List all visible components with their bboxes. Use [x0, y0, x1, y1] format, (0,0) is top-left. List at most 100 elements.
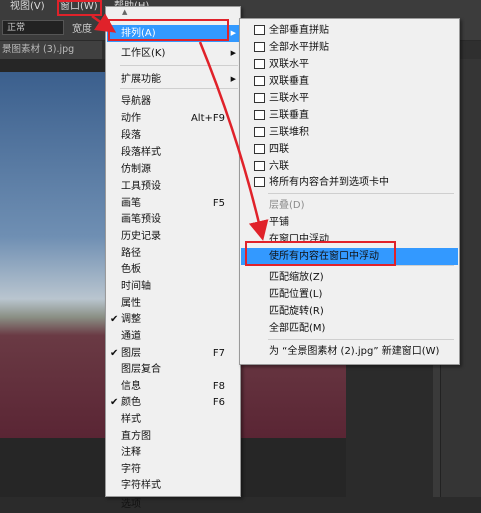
window-menu-item[interactable]: 通道 — [107, 328, 239, 345]
arrange-menu-item[interactable]: 全部垂直拼贴 — [241, 22, 458, 39]
window-menu-item[interactable]: 段落 — [107, 127, 239, 144]
arrange-menu-item[interactable]: 匹配旋转(R) — [241, 303, 458, 320]
window-menu-item-label: 动作 — [121, 113, 141, 124]
window-menu: ▲ 排列(A) ▶ 工作区(K) ▶ 扩展功能 ▶ 导航器 动作 Alt+F9 段落 段落样式 仿制源… — [105, 6, 241, 510]
arrange-menu-item-label: 双联水平 — [269, 59, 309, 70]
shortcut-label: Alt+F9 — [190, 113, 225, 124]
window-menu-item[interactable]: 段落样式 — [107, 144, 239, 161]
window-menu-item-label: 段落样式 — [121, 147, 161, 158]
window-menu-item[interactable]: 色板 — [107, 261, 239, 278]
blend-mode-value: 正常 — [7, 23, 26, 33]
window-menu-item[interactable]: 路径 — [107, 245, 239, 262]
window-menu-item-label: 图层 — [121, 348, 141, 359]
window-menu-item[interactable]: 样式 — [107, 411, 239, 428]
consolidate-tabs-icon — [254, 177, 265, 187]
arrange-menu-item[interactable]: 平铺 — [241, 214, 458, 231]
shortcut-label: F6 — [212, 397, 225, 408]
arrange-menu-item[interactable]: 四联 — [241, 141, 458, 158]
check-icon: ✔ — [110, 397, 119, 408]
arrange-menu-item-label: 全部水平拼贴 — [269, 42, 329, 53]
window-menu-item-label: 段落 — [121, 130, 141, 141]
window-menu-item-label: 字符 — [121, 464, 141, 475]
window-menu-item[interactable]: 画笔预设 — [107, 211, 239, 228]
arrange-menu-item[interactable]: 将所有内容合并到选项卡中 — [241, 174, 458, 191]
arrange-menu-item[interactable]: 全部匹配(M) — [241, 320, 458, 337]
window-menu-item[interactable]: 字符样式 — [107, 477, 239, 494]
window-menu-item-label: 字符样式 — [121, 480, 161, 491]
width-label: 宽度 — [72, 24, 92, 35]
window-menu-item-label: 仿制源 — [121, 164, 151, 175]
window-menu-item-label: 信息 — [121, 381, 141, 392]
arrange-menu-item-label: 将所有内容合并到选项卡中 — [269, 177, 389, 188]
window-menu-item[interactable]: ✔ 调整 — [107, 311, 239, 328]
window-menu-item-label: 属性 — [121, 298, 141, 309]
window-menu-item-label: 时间轴 — [121, 281, 151, 292]
window-menu-item-label: 选项 — [121, 499, 141, 510]
arrange-menu-item[interactable]: 双联垂直 — [241, 73, 458, 90]
window-menu-item[interactable]: 字符 — [107, 461, 239, 478]
arrange-menu-item[interactable]: 三联垂直 — [241, 107, 458, 124]
window-menu-item[interactable]: 动作 Alt+F9 — [107, 110, 239, 127]
window-menu-item[interactable]: 扩展功能 ▶ — [107, 71, 239, 88]
window-menu-item-label: 路径 — [121, 248, 141, 259]
arrange-menu-item[interactable]: 六联 — [241, 158, 458, 175]
arrange-menu-item-label: 全部匹配(M) — [269, 323, 326, 334]
window-menu-item[interactable]: ✔ 颜色 F6 — [107, 394, 239, 411]
arrange-menu-item-label: 四联 — [269, 144, 289, 155]
window-menu-item[interactable]: 时间轴 — [107, 278, 239, 295]
window-menu-item[interactable]: ✔ 图层 F7 — [107, 345, 239, 362]
document-tab-label: 景图素材 (3).jpg — [2, 44, 75, 55]
window-menu-item[interactable]: 属性 — [107, 295, 239, 312]
annotation-box-float-all — [245, 241, 396, 266]
shortcut-label: F5 — [212, 198, 225, 209]
submenu-arrow-icon: ▶ — [230, 75, 236, 83]
window-menu-item-label: 历史记录 — [121, 231, 161, 242]
menu-view[interactable]: 视图(V) — [10, 0, 45, 16]
annotation-box-arrange — [108, 19, 229, 41]
window-menu-item[interactable]: 直方图 — [107, 428, 239, 445]
arrange-menu-item[interactable]: 匹配缩放(Z) — [241, 269, 458, 286]
arrange-menu-item-label: 全部垂直拼贴 — [269, 25, 329, 36]
arrange-menu-item[interactable]: 三联堆积 — [241, 124, 458, 141]
arrange-menu-item[interactable]: 为 “全景图素材 (2).jpg” 新建窗口(W) — [241, 343, 458, 360]
arrange-submenu: 全部垂直拼贴 全部水平拼贴 双联水平双联垂直三联水平三联垂直三联堆积四联六联将所有内… — [239, 18, 460, 365]
annotation-box-window-menu — [57, 0, 102, 16]
arrange-menu-item-label: 三联堆积 — [269, 127, 309, 138]
scroll-up-icon[interactable]: ▲ — [122, 8, 127, 16]
menu-separator — [120, 65, 238, 66]
arrange-menu-item[interactable]: 三联水平 — [241, 90, 458, 107]
window-menu-item[interactable]: 图层复合 — [107, 361, 239, 378]
arrange-menu-item-label: 双联垂直 — [269, 76, 309, 87]
window-menu-item-label: 工具预设 — [121, 181, 161, 192]
window-menu-item[interactable]: 导航器 — [107, 93, 239, 110]
arrange-menu-item[interactable]: 双联水平 — [241, 56, 458, 73]
arrange-menu-item-label: 层叠(D) — [269, 200, 305, 211]
window-menu-item[interactable]: 仿制源 — [107, 161, 239, 178]
check-icon: ✔ — [110, 314, 119, 325]
arrange-menu-item-label: 匹配旋转(R) — [269, 306, 324, 317]
window-menu-item-label: 画笔预设 — [121, 214, 161, 225]
window-menu-item[interactable]: 工作区(K) ▶ — [107, 45, 239, 62]
arrange-menu-item-label: 三联垂直 — [269, 110, 309, 121]
arrange-menu-item-label: 匹配位置(L) — [269, 289, 323, 300]
arrange-menu-item[interactable]: 全部水平拼贴 — [241, 39, 458, 56]
two-up-vertical-icon — [254, 76, 265, 86]
window-menu-item-label: 图层复合 — [121, 364, 161, 375]
window-menu-item[interactable]: 选项 — [107, 496, 239, 513]
window-menu-item[interactable]: 注释 — [107, 444, 239, 461]
window-menu-item-label: 扩展功能 — [121, 74, 161, 85]
blend-mode-select[interactable]: 正常 — [2, 20, 64, 35]
check-icon: ✔ — [110, 348, 119, 359]
tile-vertical-icon — [254, 25, 265, 35]
window-menu-item[interactable]: 工具预设 — [107, 178, 239, 195]
window-menu-item[interactable]: 画笔 F5 — [107, 195, 239, 212]
window-menu-item[interactable]: 历史记录 — [107, 228, 239, 245]
submenu-arrow-icon: ▶ — [230, 29, 236, 37]
tile-horizontal-icon — [254, 42, 265, 52]
arrange-menu-item[interactable]: 匹配位置(L) — [241, 286, 458, 303]
window-menu-item-label: 颜色 — [121, 397, 141, 408]
submenu-arrow-icon: ▶ — [230, 49, 236, 57]
document-tab[interactable]: 景图素材 (3).jpg — [0, 41, 102, 59]
window-menu-item[interactable]: 信息 F8 — [107, 378, 239, 395]
menu-separator — [268, 339, 454, 340]
